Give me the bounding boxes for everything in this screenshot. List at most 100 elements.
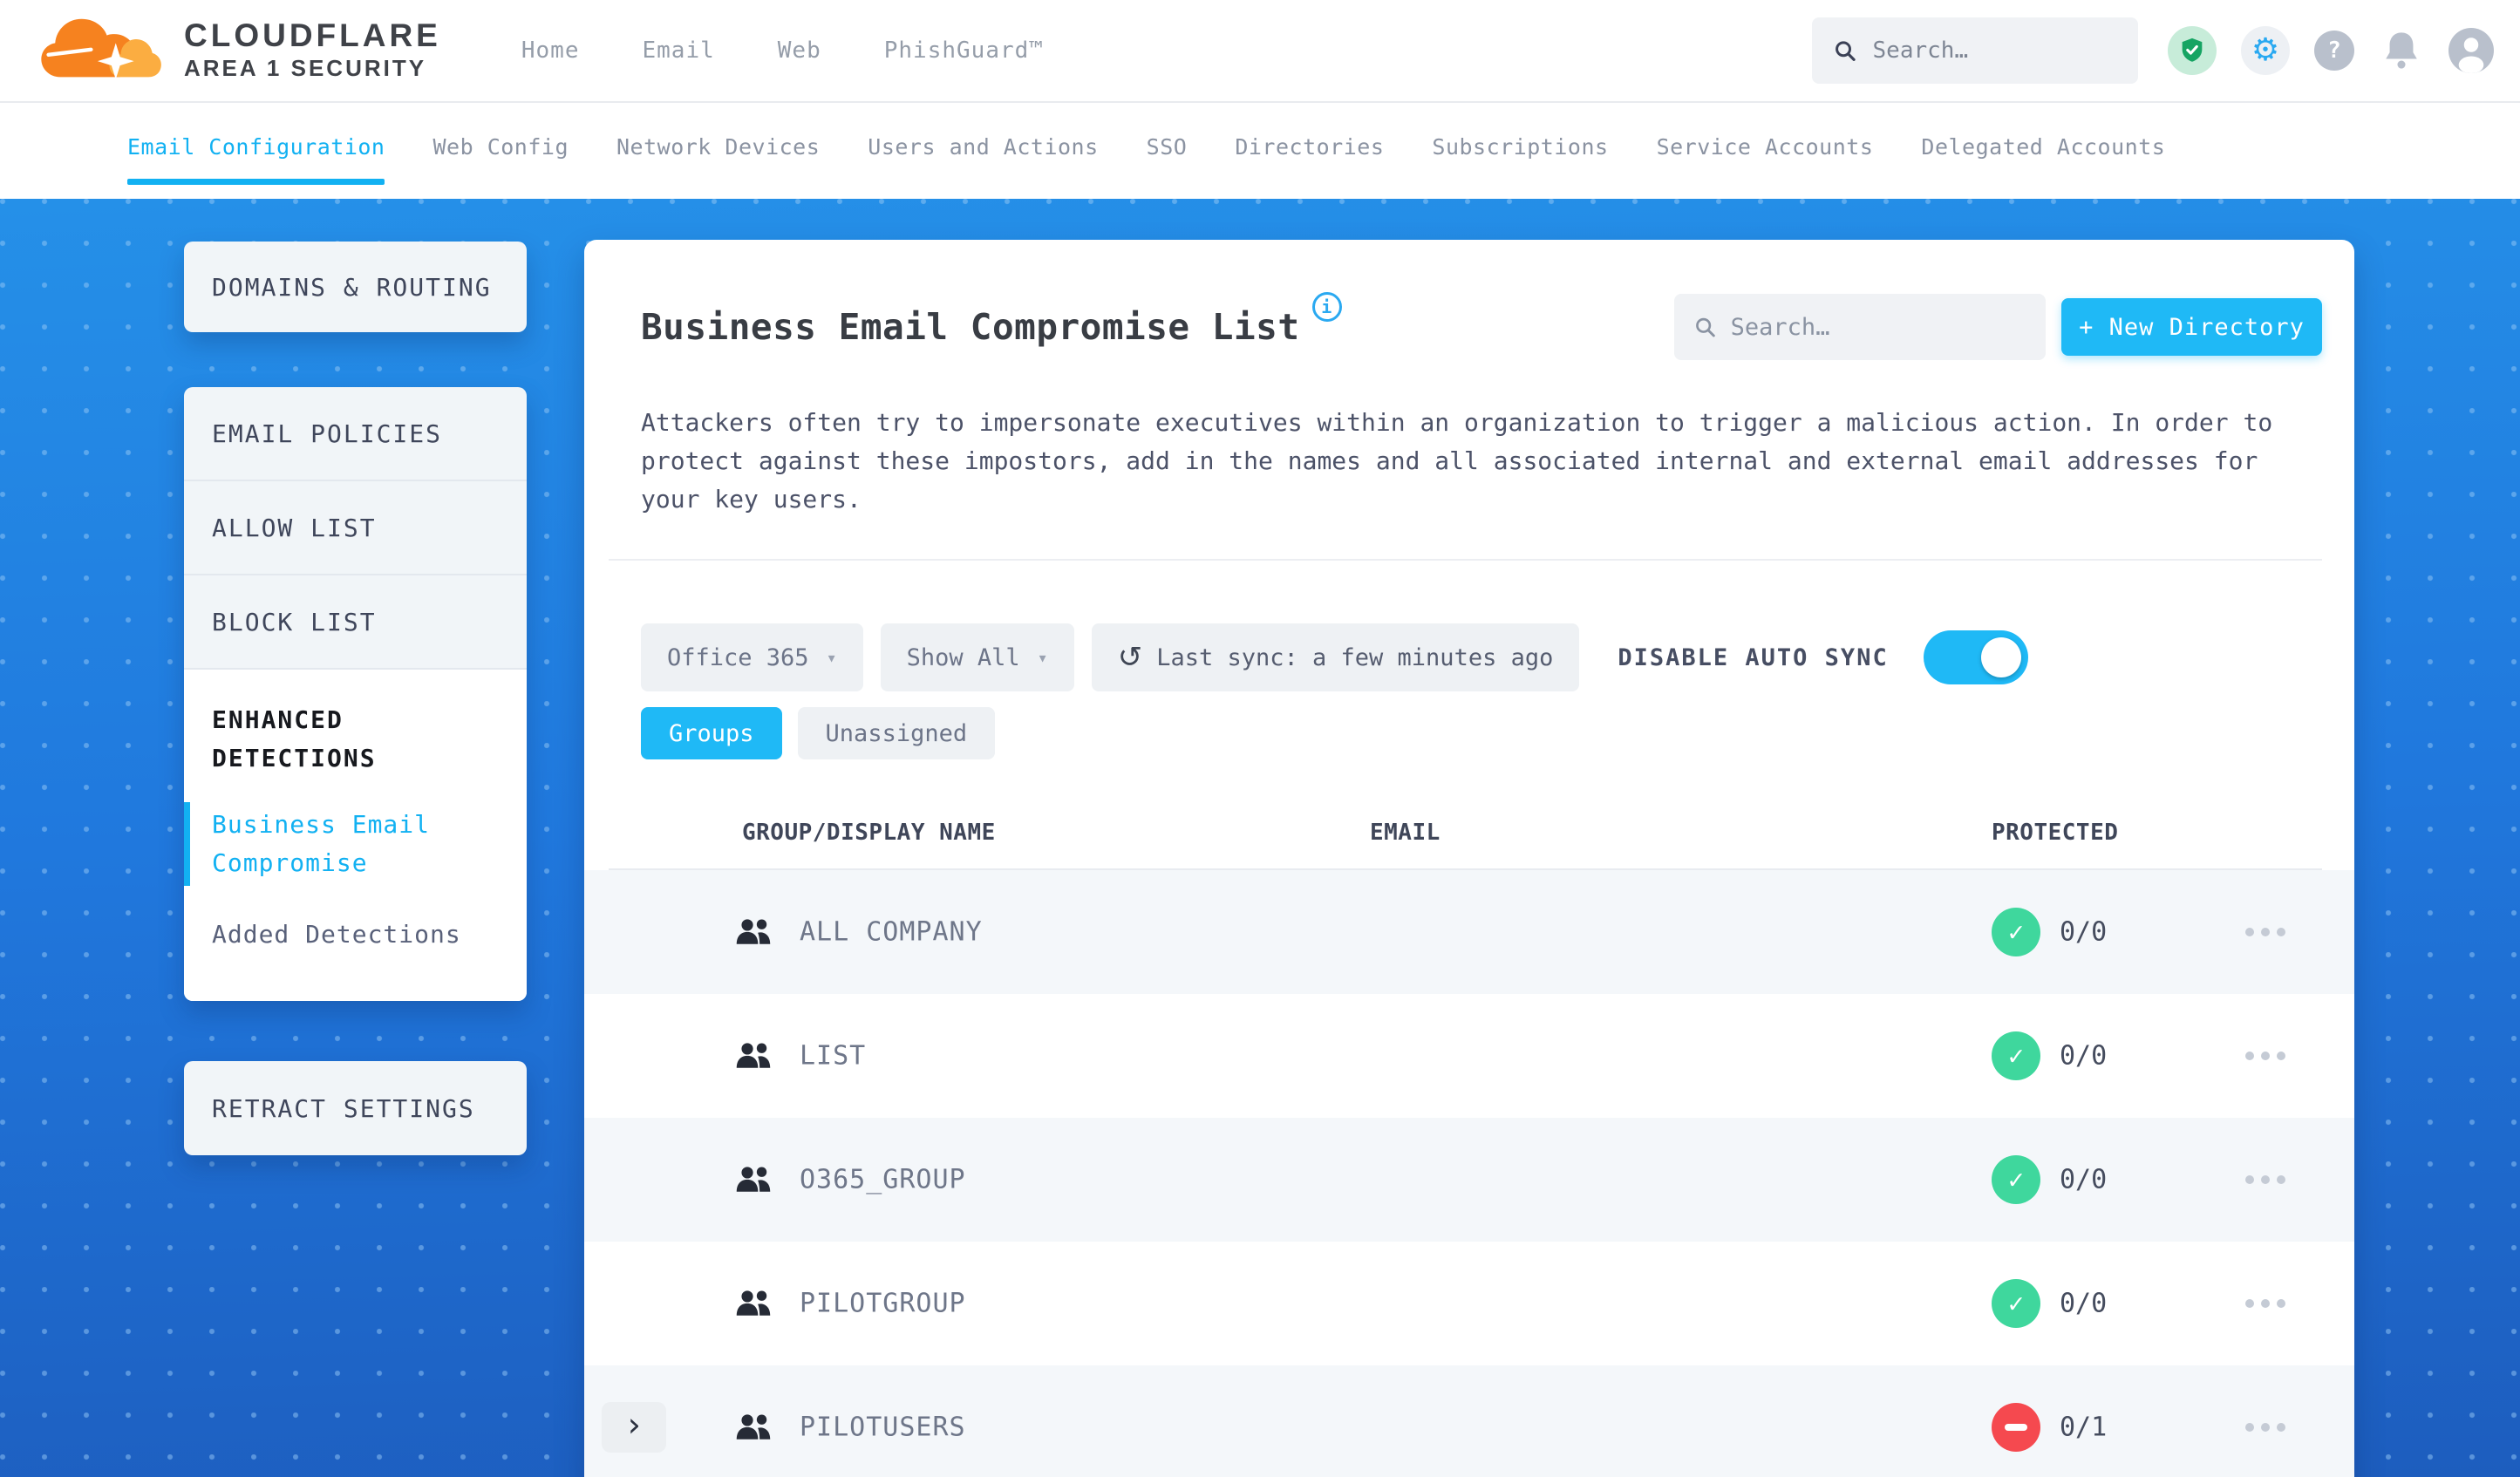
main-panel: Business Email Compromise Listi + New Di… — [584, 240, 2354, 1477]
row-actions-button[interactable] — [2245, 928, 2285, 936]
top-nav-email[interactable]: Email — [643, 37, 715, 64]
group-name: PILOTUSERS — [800, 1412, 966, 1443]
page-description: Attackers often try to impersonate execu… — [641, 408, 2273, 514]
shield-check-icon — [2182, 37, 2203, 62]
table-row[interactable]: › O365_GROUP ✓ 0/0 — [584, 1118, 2354, 1242]
tab-directories[interactable]: Directories — [1235, 103, 1384, 199]
protected-count: 0/0 — [2060, 1288, 2108, 1319]
row-actions-button[interactable] — [2245, 1299, 2285, 1308]
top-nav-phishguard[interactable]: PhishGuard™ — [884, 37, 1044, 64]
group-icon — [734, 1166, 773, 1195]
security-status-button[interactable] — [2168, 26, 2217, 75]
top-nav: Home Email Web PhishGuard™ — [521, 37, 1044, 64]
minus-icon — [2005, 1424, 2027, 1431]
tab-sso[interactable]: SSO — [1147, 103, 1188, 199]
global-search-input[interactable] — [1872, 37, 2117, 64]
search-icon — [1696, 317, 1715, 337]
list-search[interactable] — [1674, 294, 2046, 360]
table-row[interactable]: › ALL COMPANY ✓ 0/0 — [584, 870, 2354, 994]
sidebar-item-enhanced-detections[interactable]: ENHANCED DETECTIONS Business Email Compr… — [184, 670, 527, 1001]
list-search-input[interactable] — [1730, 313, 2026, 341]
divider — [609, 559, 2322, 561]
filter-row: Office 365 ▾ Show All ▾ ↺ Last sync: a f… — [641, 623, 2322, 691]
protected-count: 0/0 — [2060, 916, 2108, 948]
sidebar-item-added-detections[interactable]: Added Detections — [212, 915, 499, 954]
group-icon — [734, 1413, 773, 1442]
bell-icon — [2386, 32, 2417, 69]
chevron-right-icon: › — [623, 1406, 644, 1444]
cloudflare-cloud-icon — [41, 18, 161, 80]
tab-delegated-accounts[interactable]: Delegated Accounts — [1921, 103, 2165, 199]
tab-users-and-actions[interactable]: Users and Actions — [868, 103, 1098, 199]
chevron-down-icon: ▾ — [826, 647, 837, 668]
brand-name: CLOUDFLARE — [184, 17, 441, 53]
notifications-button[interactable] — [2379, 28, 2424, 73]
tab-groups[interactable]: Groups — [641, 707, 782, 759]
protected-count: 0/0 — [2060, 1164, 2108, 1195]
avatar-icon — [2458, 37, 2484, 73]
protected-badge: ✓ — [1992, 1155, 2040, 1204]
protected-badge: ✓ — [1992, 908, 2040, 956]
sidebar-item-business-email-compromise[interactable]: Business Email Compromise — [184, 802, 499, 886]
row-actions-button[interactable] — [2245, 1175, 2285, 1184]
column-group-display-name: GROUP/DISPLAY NAME — [742, 820, 996, 846]
group-name: LIST — [800, 1040, 867, 1072]
group-name: PILOTGROUP — [800, 1288, 966, 1319]
new-directory-button[interactable]: + New Directory — [2061, 298, 2322, 356]
help-button[interactable]: ? — [2314, 31, 2354, 71]
row-actions-button[interactable] — [2245, 1423, 2285, 1432]
toggle-knob — [1980, 637, 2021, 677]
table-row[interactable]: › PILOTGROUP ✓ 0/0 — [584, 1242, 2354, 1365]
search-icon — [1836, 41, 1856, 61]
sidebar-policies-card: EMAIL POLICIES ALLOW LIST BLOCK LIST ENH… — [184, 387, 527, 1001]
brand-tagline: AREA 1 SECURITY — [184, 55, 427, 81]
group-icon — [734, 918, 773, 947]
panel-header: Business Email Compromise Listi + New Di… — [641, 292, 2322, 360]
expand-button[interactable]: › — [602, 1402, 666, 1453]
sidebar-item-email-policies[interactable]: EMAIL POLICIES — [184, 387, 527, 481]
table-row[interactable]: › PILOTUSERS ✓ 0/1 — [584, 1365, 2354, 1477]
sidebar-item-domains-routing[interactable]: DOMAINS & ROUTING — [184, 242, 527, 332]
workspace: DOMAINS & ROUTING EMAIL POLICIES ALLOW L… — [0, 199, 2520, 1477]
last-sync-button[interactable]: ↺ Last sync: a few minutes ago — [1091, 623, 1580, 691]
row-actions-button[interactable] — [2245, 1052, 2285, 1060]
column-email: EMAIL — [1370, 820, 1440, 846]
protected-count: 0/1 — [2060, 1412, 2108, 1443]
table-rows: › ALL COMPANY ✓ 0/0 › LIST ✓ 0/0 — [584, 870, 2354, 1477]
protected-badge: ✓ — [1992, 1031, 2040, 1080]
tab-subscriptions[interactable]: Subscriptions — [1432, 103, 1608, 199]
account-button[interactable] — [2448, 28, 2494, 73]
tab-unassigned[interactable]: Unassigned — [797, 707, 996, 759]
auto-sync-toggle[interactable] — [1923, 630, 2028, 684]
global-search[interactable] — [1812, 17, 2138, 84]
sidebar-item-retract-settings[interactable]: RETRACT SETTINGS — [184, 1061, 527, 1155]
top-nav-web[interactable]: Web — [778, 37, 821, 64]
group-name: O365_GROUP — [800, 1164, 966, 1195]
settings-button[interactable]: ⚙ — [2241, 26, 2290, 75]
gear-icon: ⚙ — [2251, 32, 2280, 68]
section-tabs: Email Configuration Web Config Network D… — [0, 103, 2520, 199]
tab-web-config[interactable]: Web Config — [432, 103, 569, 199]
connector-dropdown[interactable]: Office 365 ▾ — [641, 623, 863, 691]
chevron-down-icon: ▾ — [1037, 647, 1048, 668]
table-row[interactable]: › LIST ✓ 0/0 — [584, 994, 2354, 1118]
auto-sync-label: DISABLE AUTO SYNC — [1618, 643, 1889, 671]
check-icon: ✓ — [2007, 916, 2025, 948]
show-filter-dropdown[interactable]: Show All ▾ — [880, 623, 1074, 691]
check-icon: ✓ — [2007, 1288, 2025, 1319]
group-icon — [734, 1290, 773, 1318]
group-icon — [734, 1042, 773, 1071]
info-icon[interactable]: i — [1311, 292, 1342, 322]
active-tab-underline — [127, 179, 385, 185]
cloudflare-logo[interactable]: CLOUDFLARE AREA 1 SECURITY — [37, 10, 441, 91]
header-icons: ⚙ ? — [2168, 26, 2494, 75]
top-nav-home[interactable]: Home — [521, 37, 580, 64]
active-item-bar — [184, 802, 190, 886]
tab-email-configuration[interactable]: Email Configuration — [127, 103, 385, 199]
page-title: Business Email Compromise List i — [641, 292, 1342, 348]
sidebar-item-block-list[interactable]: BLOCK LIST — [184, 575, 527, 670]
tab-network-devices[interactable]: Network Devices — [616, 103, 820, 199]
tab-service-accounts[interactable]: Service Accounts — [1657, 103, 1874, 199]
view-tabs: Groups Unassigned — [641, 707, 2322, 759]
sidebar-item-allow-list[interactable]: ALLOW LIST — [184, 481, 527, 575]
